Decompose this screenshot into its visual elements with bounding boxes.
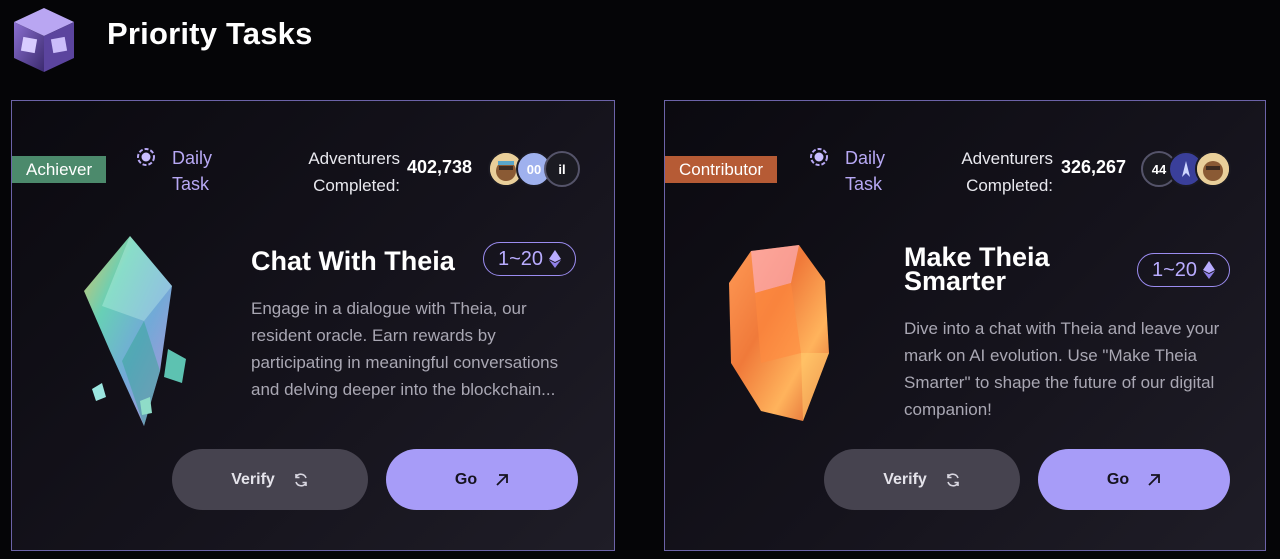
- go-button[interactable]: Go: [386, 449, 578, 510]
- daily-task-label: Daily Task: [809, 145, 885, 197]
- arrow-up-right-icon: [496, 473, 509, 486]
- avatar-stack: 00 il: [488, 151, 588, 187]
- verify-button[interactable]: Verify: [172, 449, 368, 510]
- reward-value: 1~20: [1151, 258, 1198, 281]
- go-label: Go: [1106, 470, 1130, 488]
- daily-line2: Task: [172, 174, 210, 194]
- adventurers-line1: Adventurers: [308, 149, 400, 168]
- avatar: il: [544, 151, 580, 187]
- task-card-make-theia-smarter: Contributor Daily Task Adventurers Compl…: [664, 100, 1266, 551]
- eth-icon: [1203, 261, 1216, 279]
- role-badge: Contributor: [665, 156, 778, 183]
- avatar-stack: 44: [1141, 151, 1241, 187]
- eth-icon: [549, 250, 562, 268]
- daily-ring-icon: [137, 148, 155, 166]
- daily-ring-icon: [810, 148, 828, 166]
- task-description: Engage in a dialogue with Theia, our res…: [251, 299, 559, 399]
- daily-task-label: Daily Task: [136, 145, 212, 197]
- task-title-line2: Smarter: [904, 266, 1007, 296]
- adventurers-label: Adventurers Completed:: [945, 145, 1053, 199]
- crystal-illustration: [84, 236, 186, 426]
- verify-label: Verify: [231, 470, 275, 488]
- figure-avatar-icon: [1182, 161, 1190, 177]
- adventurers-label: Adventurers Completed:: [292, 145, 400, 199]
- task-title: Make Theia Smarter: [904, 244, 1050, 296]
- adventurers-line2: Completed:: [966, 176, 1053, 195]
- cube-logo-icon: [14, 8, 74, 72]
- refresh-icon: [946, 472, 959, 487]
- daily-line2: Task: [845, 174, 883, 194]
- crystal-illustration: [729, 245, 829, 421]
- reward-pill: 1~20: [483, 242, 576, 276]
- page-title: Priority Tasks: [107, 16, 313, 51]
- completed-count: 402,738: [407, 157, 473, 177]
- go-label: Go: [454, 470, 478, 488]
- task-card-chat-with-theia: Achiever Daily Task Adventurers Complete…: [11, 100, 615, 551]
- ape-avatar-icon: [1197, 153, 1229, 185]
- reward-pill: 1~20: [1137, 253, 1230, 287]
- refresh-icon: [294, 472, 307, 487]
- daily-line1: Daily: [172, 148, 213, 168]
- go-button[interactable]: Go: [1038, 449, 1230, 510]
- adventurers-line1: Adventurers: [961, 149, 1053, 168]
- verify-label: Verify: [883, 470, 927, 488]
- reward-value: 1~20: [497, 247, 544, 270]
- avatar: [1195, 151, 1231, 187]
- completed-count: 326,267: [1061, 157, 1127, 177]
- task-title: Chat With Theia: [251, 246, 455, 276]
- role-badge: Achiever: [12, 156, 107, 183]
- arrow-up-right-icon: [1148, 473, 1161, 486]
- verify-button[interactable]: Verify: [824, 449, 1020, 510]
- page-header: Priority Tasks: [0, 0, 1280, 90]
- task-description: Dive into a chat with Theia and leave yo…: [904, 319, 1220, 419]
- daily-line1: Daily: [845, 148, 886, 168]
- adventurers-line2: Completed:: [313, 176, 400, 195]
